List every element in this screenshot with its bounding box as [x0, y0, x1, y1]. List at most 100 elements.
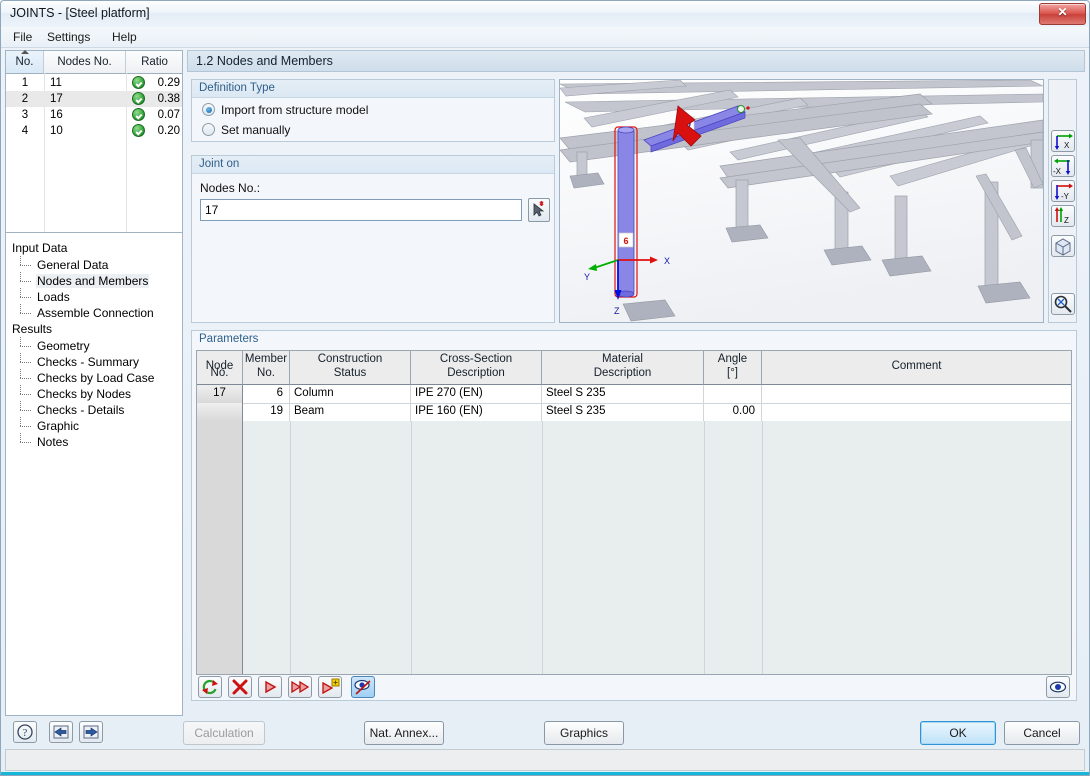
ok-button[interactable]: OK — [920, 721, 996, 745]
add-icon[interactable] — [318, 676, 342, 698]
table-row[interactable]: 4 10 0.20 — [6, 123, 182, 139]
previous-button[interactable] — [49, 721, 73, 743]
tree-item-assemble-connection[interactable]: Assemble Connection — [20, 304, 182, 321]
nodes-no-input[interactable] — [200, 199, 522, 221]
row-ratio: 0.38 — [157, 93, 180, 105]
visibility-icon[interactable] — [1046, 676, 1070, 698]
column-header-comment[interactable]: Comment — [762, 351, 1071, 385]
graphics-button[interactable]: Graphics — [544, 721, 624, 745]
fast-forward-glyph — [291, 680, 310, 694]
sort-ascending-icon — [20, 50, 29, 54]
svg-text:-Y: -Y — [1061, 192, 1070, 201]
row-ratio: 0.07 — [157, 109, 180, 121]
cancel-button[interactable]: Cancel — [1004, 721, 1080, 745]
table-row[interactable]: 3 16 0.07 — [6, 107, 182, 123]
tree-item-notes[interactable]: Notes — [20, 433, 182, 450]
menu-bar: File Settings Help — [1, 27, 1089, 48]
view-minus-y-icon[interactable]: -Y — [1051, 180, 1075, 202]
parameters-panel: Parameters Node No. Member No. Construct… — [191, 330, 1077, 701]
column-header-material[interactable]: Material Description — [542, 351, 704, 385]
nat-annex-button[interactable]: Nat. Annex... — [364, 721, 444, 745]
row-construction-status: Column — [290, 385, 411, 403]
column-header-no[interactable]: No. — [6, 50, 44, 73]
tree-group-results: Results — [12, 322, 53, 336]
column-header-construction-status[interactable]: Construction Status — [290, 351, 411, 385]
column-divider — [762, 421, 763, 674]
viewport-toolbar: X -X -Y Z — [1048, 79, 1077, 323]
svg-text:X: X — [1064, 141, 1070, 150]
column-divider — [704, 421, 705, 674]
row-comment — [762, 385, 1071, 403]
view-minus-x-glyph: -X — [1053, 158, 1071, 176]
help-question-icon: ? — [17, 724, 33, 740]
column-header-nodes-no[interactable]: Nodes No. — [44, 51, 126, 73]
select-nodes-picker-button[interactable] — [528, 198, 550, 222]
table-row[interactable]: 19 Beam IPE 160 (EN) Steel S 235 0.00 — [197, 403, 1071, 422]
zoom-fit-icon[interactable] — [1051, 293, 1075, 315]
menu-file[interactable]: File — [7, 30, 38, 44]
radio-button-icon — [202, 103, 215, 116]
row-ratio: 0.29 — [157, 77, 180, 89]
view-minus-x-icon[interactable]: -X — [1051, 155, 1075, 177]
row-node-no: 17 — [197, 385, 243, 403]
help-button[interactable]: ? — [13, 721, 37, 743]
table-row[interactable]: 2 17 0.38 — [6, 91, 182, 107]
delete-x-glyph — [232, 679, 248, 695]
next-button[interactable] — [79, 721, 103, 743]
apply-icon[interactable] — [258, 676, 282, 698]
row-ratio: 0.20 — [157, 125, 180, 137]
calculation-button[interactable]: Calculation — [183, 721, 265, 745]
parameters-caption: Parameters — [199, 333, 259, 345]
row-node-no: 17 — [50, 93, 63, 105]
nodes-list-table: No. Nodes No. Ratio 1 11 0.29 2 17 0.38 … — [6, 50, 183, 233]
close-button[interactable]: ✕ — [1039, 3, 1086, 25]
cube-glyph — [1055, 238, 1071, 256]
tree-item-checks-by-nodes[interactable]: Checks by Nodes — [20, 385, 182, 402]
row-angle: 0.00 — [704, 403, 762, 421]
cursor-pick-icon — [533, 201, 545, 217]
refresh-icon[interactable] — [198, 676, 222, 698]
eye-glyph — [1049, 681, 1067, 693]
menu-settings[interactable]: Settings — [41, 30, 96, 44]
column-header-node-no[interactable]: Node No. — [197, 351, 243, 385]
radio-label: Import from structure model — [221, 103, 369, 117]
model-3d-viewport[interactable]: 6 19 — [559, 79, 1044, 323]
parameters-table[interactable]: Node No. Member No. Construction Status … — [196, 350, 1072, 675]
row-comment — [762, 403, 1071, 421]
tree-item-general-data[interactable]: General Data — [20, 256, 182, 273]
tree-item-checks-summary[interactable]: Checks - Summary — [20, 353, 182, 370]
column-header-ratio[interactable]: Ratio — [126, 51, 183, 73]
column-header-nodes-no-label: Nodes No. — [57, 56, 112, 68]
table-row[interactable]: 1 11 0.29 — [6, 75, 182, 91]
svg-text:?: ? — [23, 728, 28, 739]
steel-platform-3d-model: 6 19 — [560, 80, 1043, 322]
table-row[interactable]: 17 6 Column IPE 270 (EN) Steel S 235 — [197, 385, 1071, 404]
view-details-icon[interactable] — [351, 676, 375, 698]
tree-item-checks-by-load-case[interactable]: Checks by Load Case — [20, 369, 182, 386]
radio-set-manually[interactable]: Set manually — [202, 123, 290, 137]
isometric-view-icon[interactable] — [1051, 235, 1075, 257]
row-index: 4 — [21, 125, 29, 137]
radio-import-from-structure-model[interactable]: Import from structure model — [202, 103, 368, 117]
apply-all-icon[interactable] — [288, 676, 312, 698]
view-x-glyph: X — [1054, 133, 1073, 150]
status-bar — [5, 749, 1085, 771]
tree-item-geometry[interactable]: Geometry — [20, 337, 182, 354]
svg-text:-X: -X — [1053, 167, 1062, 176]
row-member-no: 6 — [243, 385, 290, 403]
column-header-angle[interactable]: Angle [°] — [704, 351, 762, 385]
column-divider — [290, 421, 291, 674]
column-header-cross-section[interactable]: Cross-Section Description — [411, 351, 542, 385]
menu-help[interactable]: Help — [106, 30, 143, 44]
tree-item-graphic[interactable]: Graphic — [20, 417, 182, 434]
column-header-ratio-label: Ratio — [141, 56, 168, 68]
tree-item-loads[interactable]: Loads — [20, 288, 182, 305]
column-header-member-no[interactable]: Member No. — [243, 351, 290, 385]
table-empty-area[interactable] — [197, 421, 1071, 674]
row-index: 1 — [21, 77, 29, 89]
view-z-icon[interactable]: Z — [1051, 205, 1075, 227]
view-x-icon[interactable]: X — [1051, 130, 1075, 152]
delete-icon[interactable] — [228, 676, 252, 698]
tree-item-checks-details[interactable]: Checks - Details — [20, 401, 182, 418]
tree-item-nodes-and-members[interactable]: Nodes and Members — [20, 272, 182, 289]
